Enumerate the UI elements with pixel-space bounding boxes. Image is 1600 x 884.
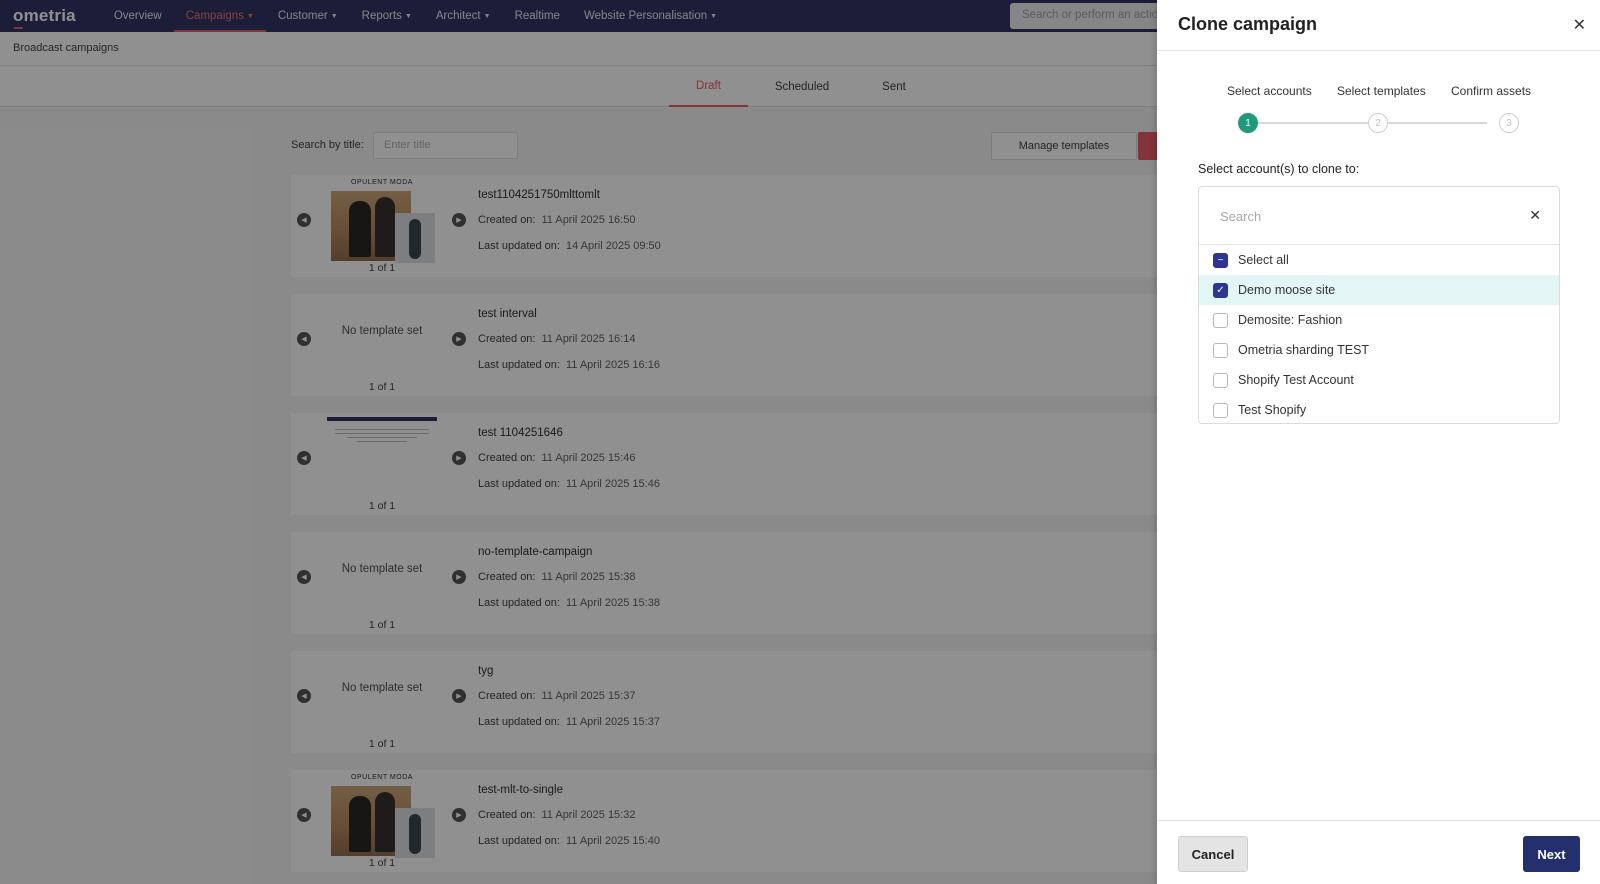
checkbox-unchecked-icon[interactable] — [1213, 312, 1228, 328]
cancel-button[interactable]: Cancel — [1178, 836, 1248, 872]
step-3-indicator: 3 — [1499, 113, 1519, 133]
account-option[interactable]: Test Shopify — [1199, 395, 1559, 423]
account-selector: ✕ −Select all ✓ Demo moose site Demosite: F… — [1198, 186, 1560, 424]
checkbox-checked-icon[interactable]: ✓ — [1213, 282, 1228, 298]
account-option[interactable]: ✓ Demo moose site — [1199, 275, 1559, 305]
next-button[interactable]: Next — [1523, 836, 1580, 872]
step-label-select-templates: Select templates — [1337, 84, 1426, 98]
stepper-line — [1247, 122, 1487, 124]
account-search-input[interactable] — [1199, 187, 1499, 245]
account-option-label: Select all — [1238, 253, 1289, 267]
account-option-label: Test Shopify — [1238, 403, 1307, 417]
checkbox-unchecked-icon[interactable] — [1213, 402, 1228, 418]
drawer-header: Clone campaign ✕ — [1157, 0, 1600, 51]
account-option-label: Ometria sharding TEST — [1238, 343, 1370, 357]
checkbox-unchecked-icon[interactable] — [1213, 372, 1228, 388]
account-option-label: Shopify Test Account — [1238, 373, 1354, 387]
account-option-label: Demosite: Fashion — [1238, 313, 1343, 327]
clear-search-icon[interactable]: ✕ — [1529, 207, 1541, 224]
step-label-confirm-assets: Confirm assets — [1451, 84, 1532, 98]
drawer-footer: Cancel Next — [1157, 820, 1600, 884]
select-accounts-label: Select account(s) to clone to: — [1198, 162, 1360, 176]
step-1-indicator: 1 — [1238, 113, 1258, 133]
clone-campaign-drawer: Clone campaign ✕ Select accounts Select … — [1157, 0, 1600, 884]
account-option[interactable]: Demosite: Fashion — [1199, 305, 1559, 335]
drawer-title: Clone campaign — [1178, 14, 1318, 34]
account-option[interactable]: Shopify Test Account — [1199, 365, 1559, 395]
step-2-indicator: 2 — [1368, 113, 1388, 133]
checkbox-indeterminate-icon[interactable]: − — [1213, 252, 1228, 268]
close-icon[interactable]: ✕ — [1573, 15, 1586, 35]
account-list: − Select all ✓ Demo moose site Demosite: Fas… — [1199, 245, 1559, 423]
account-option-label: Demo moose site — [1238, 283, 1336, 297]
account-search: ✕ — [1199, 187, 1559, 245]
account-option[interactable]: Ometria sharding TEST — [1199, 335, 1559, 365]
checkbox-unchecked-icon[interactable] — [1213, 342, 1228, 358]
step-label-select-accounts: Select accounts — [1227, 84, 1312, 98]
account-option[interactable]: − Select all — [1199, 245, 1559, 275]
